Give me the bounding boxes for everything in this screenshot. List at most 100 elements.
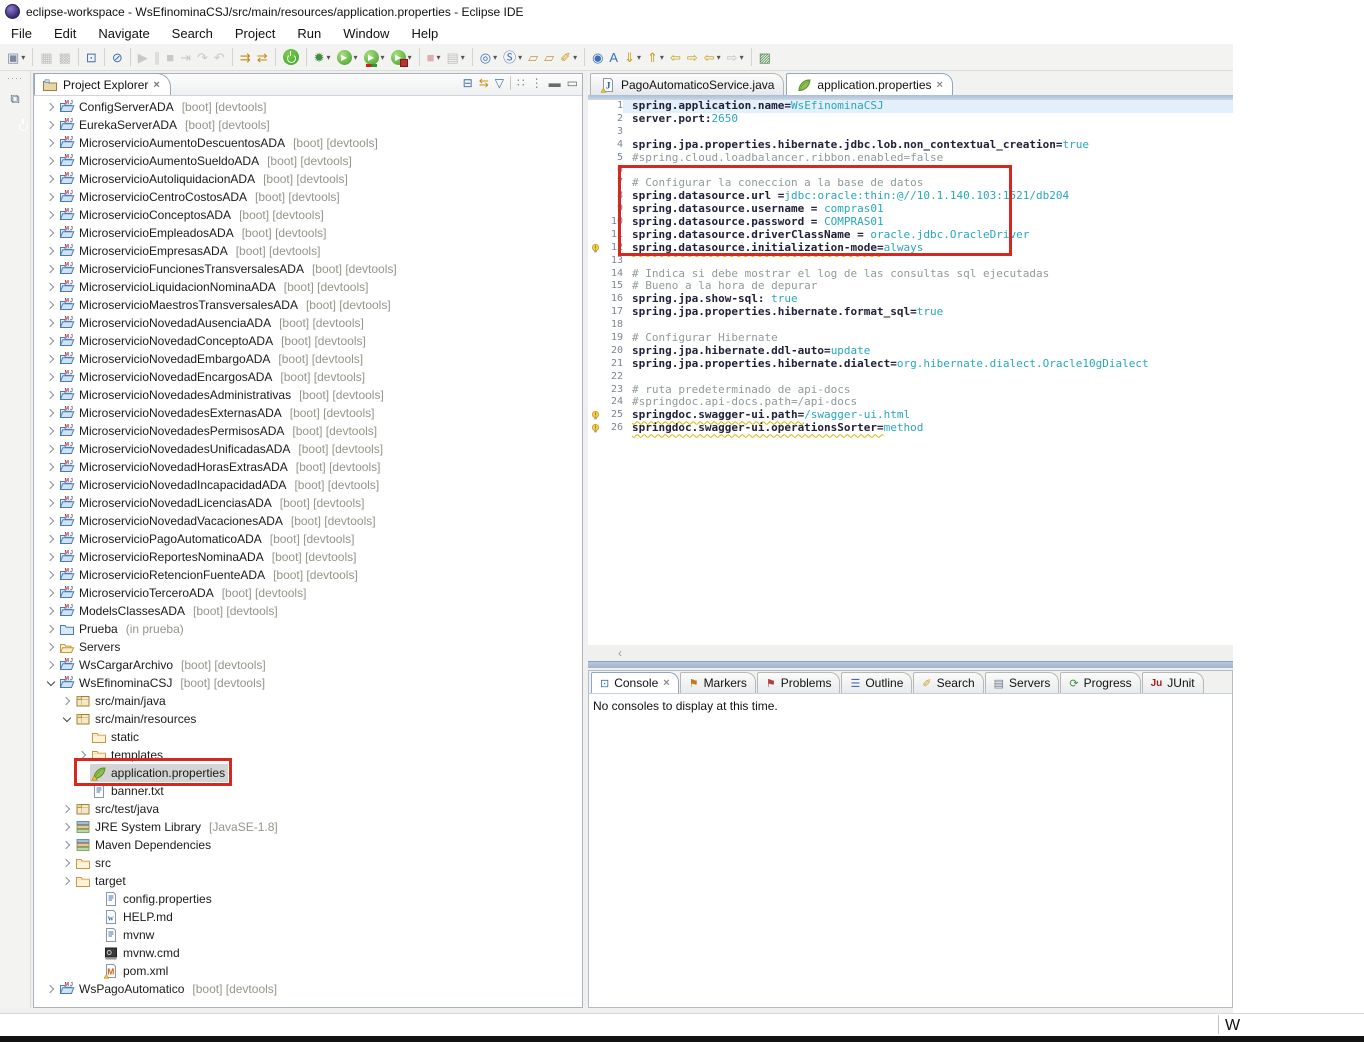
show-selected-element-button[interactable]: ⇉: [238, 46, 253, 68]
expand-arrow-icon[interactable]: [44, 446, 58, 452]
run-button[interactable]: ▶▾: [335, 46, 360, 68]
expand-arrow-icon[interactable]: [60, 860, 74, 866]
collapse-arrow-icon[interactable]: [60, 718, 74, 721]
menu-run[interactable]: Run: [286, 23, 332, 44]
expand-arrow-icon[interactable]: [44, 626, 58, 632]
last-edit-location-button[interactable]: ⇦: [668, 46, 683, 68]
expand-arrow-icon[interactable]: [44, 518, 58, 524]
close-icon[interactable]: ×: [153, 79, 159, 91]
step-over-button[interactable]: ↷: [195, 46, 210, 68]
terminate-button[interactable]: ■: [164, 46, 176, 68]
tree-item[interactable]: mvnw.cmd: [34, 944, 582, 962]
tree-item[interactable]: pom.xml: [34, 962, 582, 980]
collapse-all-icon[interactable]: ⊟: [463, 76, 473, 90]
tree-item[interactable]: MicroservicioAumentoSueldoADA[boot] [dev…: [34, 152, 582, 170]
expand-arrow-icon[interactable]: [44, 158, 58, 164]
minimize-icon[interactable]: ▬: [549, 76, 561, 90]
dropdown-arrow-icon[interactable]: ▾: [21, 53, 25, 62]
previous-annotation-button[interactable]: ⇑▾: [645, 46, 666, 68]
expand-arrow-icon[interactable]: [44, 122, 58, 128]
resume-button[interactable]: ▶: [136, 46, 150, 68]
expand-arrow-icon[interactable]: [44, 392, 58, 398]
filter-icon[interactable]: ▽: [495, 76, 504, 90]
close-icon[interactable]: ×: [937, 79, 943, 91]
expand-arrow-icon[interactable]: [44, 140, 58, 146]
editor-tab-pagoautomaticoservice-java[interactable]: PagoAutomaticoService.java: [590, 73, 784, 95]
coverage-button[interactable]: ▶▾: [362, 46, 387, 68]
save-all-button[interactable]: ▩: [57, 46, 73, 68]
expand-arrow-icon[interactable]: [44, 464, 58, 470]
tree-item[interactable]: MicroservicioNovedadesPermisosADA[boot] …: [34, 422, 582, 440]
view-tab-junit[interactable]: JuJUnit: [1142, 672, 1204, 693]
expand-arrow-icon[interactable]: [76, 752, 90, 758]
forward-history-button[interactable]: ⇨▾: [725, 46, 746, 68]
view-tab-console[interactable]: ⊡Console×: [591, 672, 679, 693]
menu-edit[interactable]: Edit: [43, 23, 87, 44]
tree-item[interactable]: banner.txt: [34, 782, 582, 800]
expand-arrow-icon[interactable]: [44, 572, 58, 578]
view-tab-search[interactable]: ✐Search: [913, 672, 983, 693]
tree-item[interactable]: EurekaServerADA[boot] [devtools]: [34, 116, 582, 134]
expand-arrow-icon[interactable]: [44, 428, 58, 434]
expand-arrow-icon[interactable]: [60, 842, 74, 848]
dropdown-arrow-icon[interactable]: ▾: [436, 53, 440, 62]
tree-item[interactable]: MicroservicioReportesNominaADA[boot] [de…: [34, 548, 582, 566]
expand-arrow-icon[interactable]: [44, 608, 58, 614]
project-explorer-tab[interactable]: Project Explorer ×: [34, 73, 171, 95]
external-tools-button[interactable]: ■▾: [425, 46, 443, 68]
tree-item[interactable]: mvnw: [34, 926, 582, 944]
pin-editor-button[interactable]: ▨: [757, 46, 773, 68]
dropdown-arrow-icon[interactable]: ▾: [660, 53, 664, 62]
view-menu-icon[interactable]: ⋮: [531, 76, 543, 90]
expand-arrow-icon[interactable]: [44, 374, 58, 380]
dropdown-arrow-icon[interactable]: ▾: [573, 53, 577, 62]
view-tab-markers[interactable]: ⚑Markers: [680, 672, 756, 693]
expand-arrow-icon[interactable]: [44, 320, 58, 326]
expand-arrow-icon[interactable]: [44, 500, 58, 506]
dropdown-arrow-icon[interactable]: ▾: [717, 53, 721, 62]
tree-item[interactable]: config.properties: [34, 890, 582, 908]
tree-item[interactable]: src: [34, 854, 582, 872]
expand-arrow-icon[interactable]: [44, 266, 58, 272]
tree-item[interactable]: MicroservicioNovedadLicenciasADA[boot] […: [34, 494, 582, 512]
expand-arrow-icon[interactable]: [44, 662, 58, 668]
view-tab-progress[interactable]: ⟳Progress: [1060, 672, 1140, 693]
suspend-button[interactable]: ∥: [152, 46, 163, 68]
tree-item[interactable]: src/main/java: [34, 692, 582, 710]
expand-arrow-icon[interactable]: [44, 302, 58, 308]
expand-arrow-icon[interactable]: [60, 698, 74, 704]
tree-item[interactable]: WsEfinominaCSJ[boot] [devtools]: [34, 674, 582, 692]
expand-arrow-icon[interactable]: [44, 338, 58, 344]
tree-item[interactable]: MicroservicioNovedadesExternasADA[boot] …: [34, 404, 582, 422]
tree-item[interactable]: target: [34, 872, 582, 890]
tree-item[interactable]: MicroservicioNovedadesAdministrativas[bo…: [34, 386, 582, 404]
expand-arrow-icon[interactable]: [44, 284, 58, 290]
step-return-button[interactable]: ↶: [212, 46, 227, 68]
tree-item[interactable]: MicroservicioEmpleadosADA[boot] [devtool…: [34, 224, 582, 242]
dropdown-arrow-icon[interactable]: ▾: [518, 53, 522, 62]
expand-arrow-icon[interactable]: [44, 194, 58, 200]
menu-search[interactable]: Search: [161, 23, 224, 44]
tree-item[interactable]: src/main/resources: [34, 710, 582, 728]
import-folder-button[interactable]: ▱: [526, 46, 540, 68]
save-button[interactable]: ▦: [38, 46, 54, 68]
dropdown-arrow-icon[interactable]: ▾: [327, 53, 331, 62]
expand-arrow-icon[interactable]: [44, 104, 58, 110]
new-web-wizard-button[interactable]: ◎▾: [478, 46, 499, 68]
tree-item[interactable]: src/test/java: [34, 800, 582, 818]
tree-item[interactable]: MicroservicioRetencionFuenteADA[boot] [d…: [34, 566, 582, 584]
tree-item[interactable]: Prueba(in prueba): [34, 620, 582, 638]
relaunch-button[interactable]: ⇄: [255, 46, 270, 68]
editor-horizontal-scrollbar[interactable]: ‹: [588, 645, 1233, 661]
tree-item[interactable]: Maven Dependencies: [34, 836, 582, 854]
web-service-wizard-button[interactable]: Ⓢ▾: [501, 46, 524, 68]
view-tab-problems[interactable]: ⚑Problems: [757, 672, 841, 693]
spring-boot-button[interactable]: [281, 46, 301, 68]
dropdown-arrow-icon[interactable]: ▾: [637, 53, 641, 62]
focus-view-icon[interactable]: ∷: [517, 76, 525, 90]
tree-item[interactable]: MicroservicioNovedadAusenciaADA[boot] [d…: [34, 314, 582, 332]
tree-item[interactable]: MicroservicioAumentoDescuentosADA[boot] …: [34, 134, 582, 152]
dropdown-arrow-icon[interactable]: ▾: [381, 53, 385, 62]
view-tab-outline[interactable]: ☰Outline: [841, 672, 912, 693]
expand-arrow-icon[interactable]: [44, 986, 58, 992]
